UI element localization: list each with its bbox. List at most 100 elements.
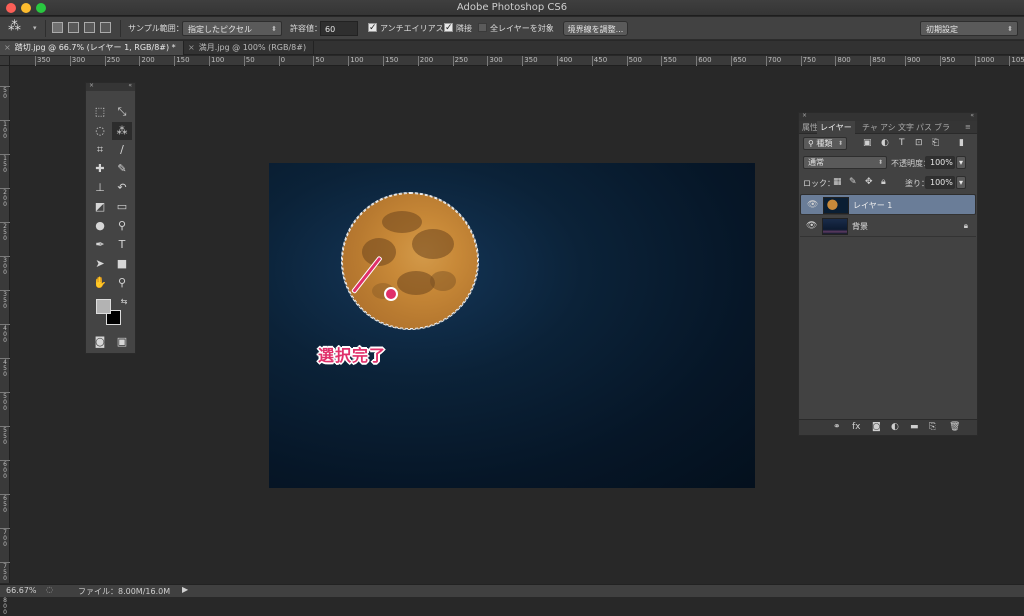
filter-type-icon[interactable]: T [899, 138, 905, 148]
foreground-color-swatch[interactable] [96, 299, 111, 314]
layer-filter-select[interactable]: ⚲ 種類 ⬍ [803, 137, 847, 150]
tab-paths[interactable]: パス [916, 121, 932, 134]
tab-brush[interactable]: ブラ [934, 121, 950, 134]
all-layers-checkbox[interactable]: 全レイヤーを対象 [478, 21, 554, 36]
brush-tool-icon[interactable]: ✎ [112, 160, 132, 178]
refine-edge-button[interactable]: 境界線を調整... [563, 21, 628, 36]
pen-tool-icon[interactable]: ✒ [90, 236, 110, 254]
lock-position-icon[interactable]: ✥ [865, 177, 873, 187]
vertical-ruler[interactable]: 5 0 1 0 0 1 5 0 2 0 0 2 5 0 3 0 0 3 5 0 4 0 0 4 … [0, 56, 10, 616]
layer-thumbnail [822, 218, 848, 235]
marquee-tool-icon[interactable]: ⬚ [90, 103, 110, 121]
status-menu-arrow-icon[interactable]: ▶ [182, 585, 188, 594]
swap-colors-icon[interactable]: ⇆ [114, 293, 134, 311]
tab-layers[interactable]: レイヤー [817, 121, 855, 134]
layer-name[interactable]: レイヤー 1 [853, 200, 892, 211]
subtract-selection-mode-button[interactable] [84, 22, 95, 33]
tab-actions[interactable]: アシ [880, 121, 896, 134]
fill-dropdown-icon[interactable]: ▾ [956, 176, 966, 189]
panel-menu-icon[interactable]: ≡ [965, 121, 971, 134]
quick-mask-icon[interactable]: ◙ [90, 333, 110, 351]
sample-size-select[interactable]: 指定したピクセル ⬍ [182, 21, 282, 36]
new-group-icon[interactable]: ▬ [910, 422, 919, 432]
eraser-tool-icon[interactable]: ◩ [90, 198, 110, 216]
ruler-label: 8 0 0 [3, 597, 7, 616]
blur-tool-icon[interactable]: ● [90, 217, 110, 235]
lasso-tool-icon[interactable]: ◌ [90, 122, 110, 140]
add-mask-icon[interactable]: ◙ [872, 422, 881, 432]
zoom-level[interactable]: 66.67% [6, 586, 37, 595]
tolerance-input[interactable]: 60 [320, 21, 358, 36]
layers-panel-footer: ⚭ fx ◙ ◐ ▬ ⎘ 🗑︎ [799, 419, 977, 435]
blend-mode-select[interactable]: 通常 ⬍ [803, 156, 887, 169]
move-tool-icon[interactable]: ⤡ [112, 103, 132, 121]
lock-all-icon[interactable]: 🔒︎ [881, 177, 886, 187]
type-tool-icon[interactable]: T [112, 236, 132, 254]
close-panel-icon[interactable]: × [802, 112, 807, 119]
layer-style-icon[interactable]: fx [852, 422, 861, 432]
new-layer-icon[interactable]: ⎘ [929, 422, 936, 432]
filter-adjustment-icon[interactable]: ◐ [881, 138, 889, 148]
eyedropper-tool-icon[interactable]: ∕ [112, 141, 132, 159]
close-tab-icon[interactable]: × [188, 43, 195, 52]
filter-pixel-icon[interactable]: ▣ [863, 138, 872, 148]
lock-transparent-icon[interactable]: ▦ [833, 177, 842, 187]
link-layers-icon[interactable]: ⚭ [833, 422, 841, 432]
close-tab-icon[interactable]: × [4, 43, 11, 52]
horizontal-ruler[interactable]: 350 300 250 200 150 100 50 0 50 100 150 200 250 300 35… [10, 56, 1024, 66]
intersect-selection-mode-button[interactable] [100, 22, 111, 33]
close-panel-icon[interactable]: × [89, 82, 94, 89]
magic-wand-icon[interactable]: ⁂ [8, 19, 21, 34]
ruler-origin[interactable] [0, 56, 10, 66]
dodge-tool-icon[interactable]: ⚲ [112, 217, 132, 235]
hand-tool-icon[interactable]: ✋ [90, 274, 110, 292]
eye-icon[interactable]: 👁︎ [807, 200, 818, 210]
tool-preset-chevron-icon[interactable]: ▾ [33, 21, 37, 36]
crop-tool-icon[interactable]: ⌗ [90, 141, 110, 159]
layers-panel-header[interactable]: × « [799, 112, 977, 121]
tab-document-1[interactable]: × 踏切.jpg @ 66.7% (レイヤー 1, RGB/8#) * [0, 41, 184, 55]
opacity-input[interactable]: 100% [925, 156, 955, 169]
tools-panel-header[interactable]: × « [86, 82, 135, 91]
fill-input[interactable]: 100% [925, 176, 955, 189]
collapse-panel-icon[interactable]: « [970, 112, 974, 119]
workspace-select[interactable]: 初期設定 ⬍ [920, 21, 1018, 36]
filter-smart-object-icon[interactable]: ⎗ [932, 138, 939, 148]
history-brush-tool-icon[interactable]: ↶ [112, 179, 132, 197]
filter-shape-icon[interactable]: ⊡ [915, 138, 923, 148]
ruler-tick [939, 56, 941, 66]
eye-icon[interactable]: 👁︎ [806, 221, 817, 231]
document-canvas[interactable] [269, 163, 755, 488]
lock-image-icon[interactable]: ✎ [849, 177, 857, 187]
layer-name[interactable]: 背景 [852, 221, 868, 232]
lock-icon: 🔒︎ [963, 221, 968, 230]
adjustment-layer-icon[interactable]: ◐ [891, 422, 899, 432]
collapse-panel-icon[interactable]: « [128, 82, 132, 89]
filter-toggle-icon[interactable]: ▮ [959, 138, 964, 148]
select-arrows-icon: ⬍ [877, 159, 883, 166]
tab-properties[interactable]: 属性 [802, 121, 818, 134]
status-info-icon[interactable]: ◌ [46, 585, 53, 594]
shape-tool-icon[interactable]: ■ [112, 255, 132, 273]
add-selection-mode-button[interactable] [68, 22, 79, 33]
delete-layer-icon[interactable]: 🗑︎ [949, 422, 960, 432]
tab-document-2[interactable]: × 満月.jpg @ 100% (RGB/8#) [184, 41, 314, 55]
ruler-label: 7 0 0 [3, 529, 7, 548]
contiguous-checkbox[interactable]: 隣接 [444, 21, 472, 36]
tab-character[interactable]: 文字 [898, 121, 914, 134]
clone-stamp-tool-icon[interactable]: ⊥ [90, 179, 110, 197]
antialias-checkbox[interactable]: アンチエイリアス [368, 21, 444, 36]
tab-channels[interactable]: チャ [862, 121, 878, 134]
magic-wand-tool-icon[interactable]: ⁂ [112, 122, 132, 140]
healing-brush-tool-icon[interactable]: ✚ [90, 160, 110, 178]
screen-mode-icon[interactable]: ▣ [112, 333, 132, 351]
zoom-tool-icon[interactable]: ⚲ [112, 274, 132, 292]
gradient-tool-icon[interactable]: ▭ [112, 198, 132, 216]
layer-row[interactable]: 👁︎ レイヤー 1 [800, 194, 976, 215]
layer-row[interactable]: 👁︎ 背景 🔒︎ [800, 216, 976, 237]
ruler-label: 850 [872, 56, 886, 64]
new-selection-mode-button[interactable] [52, 22, 63, 33]
path-selection-tool-icon[interactable]: ➤ [90, 255, 110, 273]
ruler-tick [974, 56, 976, 66]
opacity-dropdown-icon[interactable]: ▾ [956, 156, 966, 169]
